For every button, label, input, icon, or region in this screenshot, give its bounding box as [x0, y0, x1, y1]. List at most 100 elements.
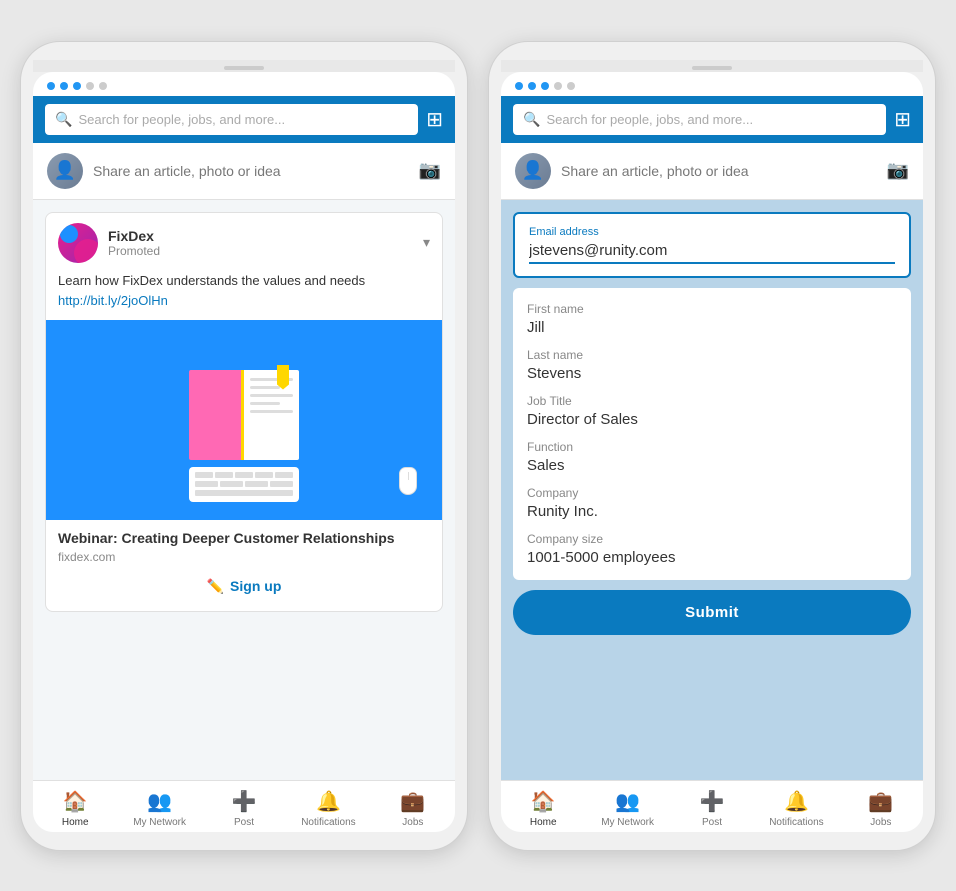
- nav-post-label: Post: [234, 817, 254, 828]
- form-section: Email address First name Jill Last name …: [501, 200, 923, 780]
- network-icon: 👥: [147, 789, 172, 814]
- nav-item-jobs-right[interactable]: 💼 Jobs: [839, 789, 923, 828]
- ad-promoted: Promoted: [108, 244, 413, 258]
- avatar-image-right: 👤: [515, 153, 551, 189]
- status-dots-right: [501, 72, 923, 96]
- first-name-label: First name: [527, 302, 897, 316]
- jobs-icon: 💼: [400, 789, 425, 814]
- book-right-page: [244, 370, 299, 460]
- ad-company-name: FixDex: [108, 228, 413, 244]
- post-icon-right: ➕: [700, 789, 725, 814]
- camera-icon-right[interactable]: 📷: [887, 160, 909, 181]
- search-bar-right[interactable]: 🔍 Search for people, jobs, and more...: [513, 104, 886, 135]
- chevron-down-icon[interactable]: ▾: [423, 234, 430, 251]
- ad-header: FixDex Promoted ▾: [46, 213, 442, 273]
- email-card: Email address: [513, 212, 911, 278]
- last-name-value: Stevens: [527, 365, 897, 382]
- share-text[interactable]: Share an article, photo or idea: [93, 163, 409, 179]
- book-left-page: [189, 370, 244, 460]
- nav-jobs-label: Jobs: [402, 817, 423, 828]
- share-text-right[interactable]: Share an article, photo or idea: [561, 163, 877, 179]
- nav-item-post-right[interactable]: ➕ Post: [670, 789, 754, 828]
- dot-1: [47, 82, 55, 90]
- company-size-row: Company size 1001-5000 employees: [527, 532, 897, 566]
- ad-link[interactable]: http://bit.ly/2joOlHn: [58, 293, 168, 308]
- status-dots: [33, 72, 455, 96]
- dot-r2: [528, 82, 536, 90]
- search-placeholder-text: Search for people, jobs, and more...: [78, 112, 285, 127]
- right-phone: 🔍 Search for people, jobs, and more... ⊞…: [488, 41, 936, 851]
- dot-2: [60, 82, 68, 90]
- notifications-icon: 🔔: [316, 789, 341, 814]
- mouse-illustration: [399, 467, 417, 495]
- search-bar[interactable]: 🔍 Search for people, jobs, and more...: [45, 104, 418, 135]
- first-name-value: Jill: [527, 319, 897, 336]
- right-phone-screen: 🔍 Search for people, jobs, and more... ⊞…: [501, 72, 923, 832]
- nav-item-notifications[interactable]: 🔔 Notifications: [286, 789, 370, 828]
- function-value: Sales: [527, 457, 897, 474]
- search-placeholder-right: Search for people, jobs, and more...: [546, 112, 753, 127]
- avatar-right: 👤: [515, 153, 551, 189]
- share-bar-right: 👤 Share an article, photo or idea 📷: [501, 143, 923, 200]
- dot-r3: [541, 82, 549, 90]
- post-icon: ➕: [232, 789, 257, 814]
- function-row: Function Sales: [527, 440, 897, 474]
- nav-item-post[interactable]: ➕ Post: [202, 789, 286, 828]
- left-phone-screen: 🔍 Search for people, jobs, and more... ⊞…: [33, 72, 455, 832]
- ad-tagline: Learn how FixDex understands the values …: [58, 273, 430, 288]
- company-label: Company: [527, 486, 897, 500]
- first-name-row: First name Jill: [527, 302, 897, 336]
- pencil-icon: ✏️: [207, 578, 224, 595]
- scroll-indicator-top: [33, 60, 455, 72]
- left-phone: 🔍 Search for people, jobs, and more... ⊞…: [20, 41, 468, 851]
- dot-r5: [567, 82, 575, 90]
- bottom-nav: 🏠 Home 👥 My Network ➕ Post 🔔 Notificatio…: [33, 780, 455, 832]
- signup-button[interactable]: ✏️ Sign up: [58, 572, 430, 601]
- grid-icon-right[interactable]: ⊞: [894, 107, 911, 132]
- email-input[interactable]: [529, 242, 895, 264]
- search-icon-right: 🔍: [523, 111, 540, 128]
- nav-item-home[interactable]: 🏠 Home: [33, 789, 117, 828]
- keyboard-illustration: [189, 467, 299, 502]
- dot-4: [86, 82, 94, 90]
- camera-icon[interactable]: 📷: [419, 160, 441, 181]
- dot-r1: [515, 82, 523, 90]
- submit-button[interactable]: Submit: [513, 590, 911, 635]
- nav-home-label-right: Home: [530, 817, 557, 828]
- nav-notifications-label: Notifications: [301, 817, 355, 828]
- nav-item-jobs[interactable]: 💼 Jobs: [371, 789, 455, 828]
- job-title-label: Job Title: [527, 394, 897, 408]
- book-illustration: [179, 355, 309, 485]
- last-name-label: Last name: [527, 348, 897, 362]
- nav-network-label: My Network: [133, 817, 186, 828]
- signup-label: Sign up: [230, 578, 281, 594]
- nav-item-notifications-right[interactable]: 🔔 Notifications: [754, 789, 838, 828]
- ad-body: Learn how FixDex understands the values …: [46, 273, 442, 320]
- notifications-icon-right: 🔔: [784, 789, 809, 814]
- feed-content: FixDex Promoted ▾ Learn how FixDex under…: [33, 200, 455, 780]
- home-icon: 🏠: [63, 789, 88, 814]
- network-icon-right: 👥: [615, 789, 640, 814]
- jobs-icon-right: 💼: [868, 789, 893, 814]
- ad-footer: Webinar: Creating Deeper Customer Relati…: [46, 520, 442, 611]
- info-card: First name Jill Last name Stevens Job Ti…: [513, 288, 911, 580]
- app-header-right: 🔍 Search for people, jobs, and more... ⊞: [501, 96, 923, 143]
- company-value: Runity Inc.: [527, 503, 897, 520]
- avatar: 👤: [47, 153, 83, 189]
- nav-item-network-right[interactable]: 👥 My Network: [585, 789, 669, 828]
- ad-card: FixDex Promoted ▾ Learn how FixDex under…: [45, 212, 443, 612]
- email-label: Email address: [529, 226, 895, 238]
- nav-item-network[interactable]: 👥 My Network: [117, 789, 201, 828]
- search-icon: 🔍: [55, 111, 72, 128]
- company-row: Company Runity Inc.: [527, 486, 897, 520]
- scroll-indicator-top-right: [501, 60, 923, 72]
- nav-post-label-right: Post: [702, 817, 722, 828]
- home-icon-right: 🏠: [531, 789, 556, 814]
- company-size-label: Company size: [527, 532, 897, 546]
- nav-home-label: Home: [62, 817, 89, 828]
- nav-item-home-right[interactable]: 🏠 Home: [501, 789, 585, 828]
- job-title-value: Director of Sales: [527, 411, 897, 428]
- last-name-row: Last name Stevens: [527, 348, 897, 382]
- nav-jobs-label-right: Jobs: [870, 817, 891, 828]
- grid-icon[interactable]: ⊞: [426, 107, 443, 132]
